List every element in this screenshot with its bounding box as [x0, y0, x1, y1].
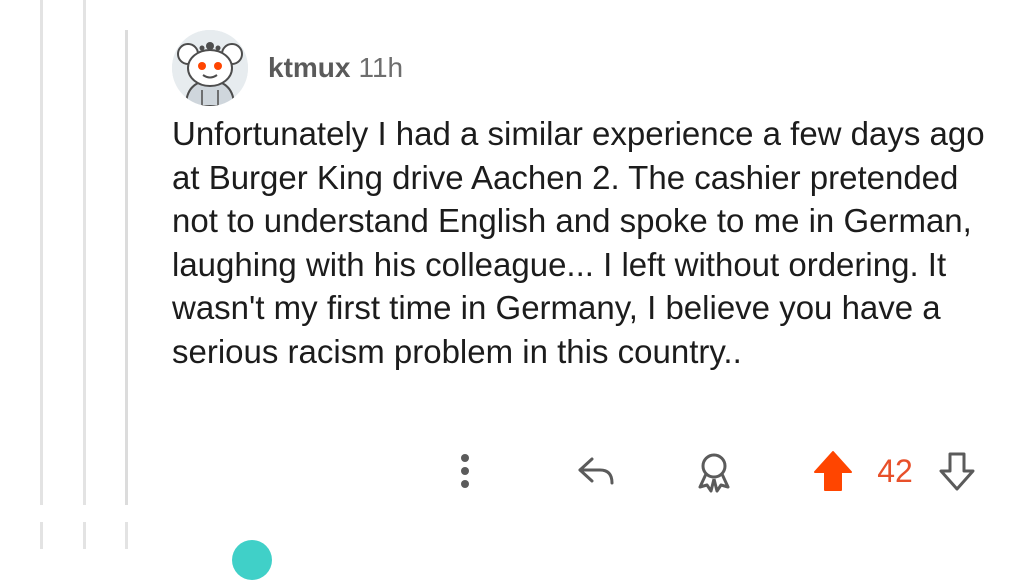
- thread-line[interactable]: [125, 522, 128, 549]
- avatar[interactable]: [172, 30, 248, 106]
- upvote-arrow-icon: [814, 451, 852, 491]
- comment-timestamp: 11h: [358, 52, 404, 83]
- thread-line[interactable]: [40, 522, 43, 549]
- award-icon: [698, 453, 730, 493]
- thread-line[interactable]: [83, 0, 86, 505]
- vote-score: 42: [877, 452, 913, 489]
- thread-line[interactable]: [40, 0, 43, 505]
- comment-actions: 42: [440, 445, 1000, 497]
- more-vertical-icon: [461, 454, 469, 488]
- comment-body: Unfortunately I had a similar experience…: [172, 115, 985, 370]
- reply-button[interactable]: [572, 445, 620, 497]
- next-comment-avatar[interactable]: [232, 540, 272, 580]
- username[interactable]: ktmux: [268, 52, 350, 84]
- comment-header: ktmux 11h: [172, 30, 403, 106]
- downvote-arrow-icon: [939, 452, 975, 491]
- upvote-button[interactable]: [808, 445, 858, 497]
- downvote-button[interactable]: [935, 445, 979, 497]
- snoo-avatar-icon: [172, 30, 248, 106]
- award-button[interactable]: [690, 445, 738, 497]
- thread-line[interactable]: [125, 30, 128, 505]
- thread-line[interactable]: [83, 522, 86, 549]
- more-options-button[interactable]: [450, 445, 480, 497]
- reply-arrow-icon: [578, 457, 614, 485]
